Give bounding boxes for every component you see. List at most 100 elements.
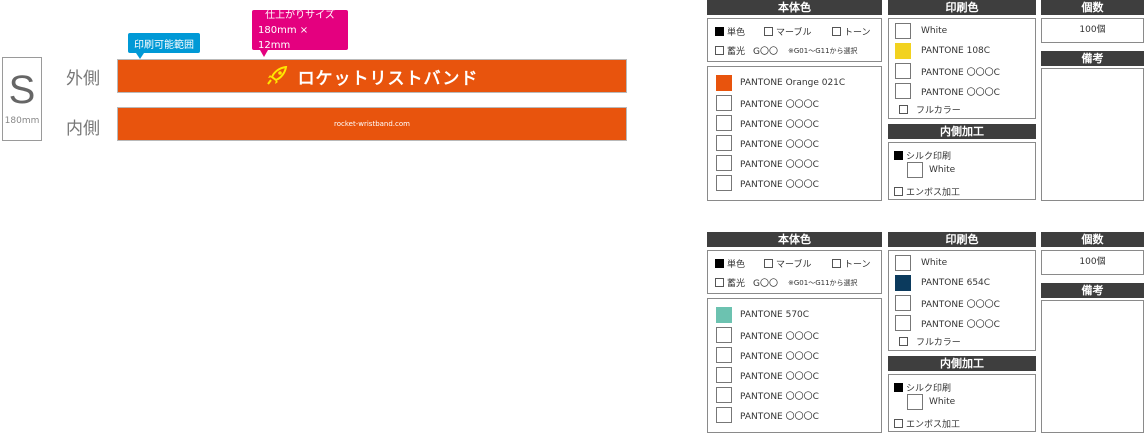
notes-field[interactable] (1041, 300, 1144, 433)
print-color-swatch[interactable] (895, 295, 911, 311)
body-color-label: PANTONE 〇〇〇C (740, 411, 819, 422)
body-color-swatch[interactable] (716, 307, 732, 323)
option-single[interactable]: 単色 (715, 25, 745, 38)
body-color-row[interactable]: PANTONE 〇〇〇C (716, 367, 819, 383)
glow-code: G〇〇 (753, 47, 778, 57)
emboss-option[interactable]: エンボス加工 (894, 185, 960, 198)
tone-label: トーン (844, 260, 871, 270)
full-color-option[interactable]: フルカラー (899, 103, 961, 116)
quantity-field[interactable]: 100個 (1041, 250, 1144, 275)
body-color-swatch[interactable] (716, 135, 732, 151)
silk-white-swatch[interactable] (907, 162, 923, 178)
emboss-checkbox[interactable] (894, 187, 903, 196)
option-marble[interactable]: マーブル (764, 25, 811, 38)
print-color-swatch[interactable] (895, 255, 911, 271)
body-color-row[interactable]: PANTONE Orange 021C (716, 75, 845, 91)
body-color-type-box: 単色 マーブル トーン 蓄光 G〇〇 ※G01〜G11から選択 (707, 18, 882, 62)
body-color-list: PANTONE Orange 021C PANTONE 〇〇〇C PANTONE 〇… (707, 66, 882, 201)
option-tone[interactable]: トーン (832, 257, 871, 270)
print-color-row[interactable]: PANTONE 〇〇〇C (895, 83, 1000, 99)
print-color-swatch[interactable] (895, 275, 911, 291)
print-color-row[interactable]: PANTONE 108C (895, 43, 990, 59)
body-color-row[interactable]: PANTONE 〇〇〇C (716, 155, 819, 171)
full-color-option[interactable]: フルカラー (899, 335, 961, 348)
notes-field[interactable] (1041, 68, 1144, 201)
silk-white-label: White (929, 397, 956, 407)
body-color-swatch[interactable] (716, 327, 732, 343)
option-marble[interactable]: マーブル (764, 257, 811, 270)
tone-checkbox[interactable] (832, 27, 841, 36)
print-color-label: PANTONE 〇〇〇C (921, 87, 1000, 98)
body-color-row[interactable]: PANTONE 〇〇〇C (716, 347, 819, 363)
silk-print-label: シルク印刷 (906, 384, 952, 394)
print-color-label: PANTONE 〇〇〇C (921, 319, 1000, 330)
notes-header: 備考 (1041, 283, 1144, 298)
silk-white-option[interactable]: White (907, 394, 955, 410)
print-color-row[interactable]: PANTONE 〇〇〇C (895, 315, 1000, 331)
body-color-row[interactable]: PANTONE 〇〇〇C (716, 387, 819, 403)
option-glow[interactable]: 蓄光 G〇〇 ※G01〜G11から選択 (715, 276, 858, 289)
body-color-label: PANTONE 〇〇〇C (740, 331, 819, 342)
print-color-row[interactable]: White (895, 23, 947, 39)
quantity-header: 個数 (1041, 0, 1144, 15)
body-color-swatch[interactable] (716, 75, 732, 91)
body-color-list: PANTONE 570C PANTONE 〇〇〇C PANTONE 〇〇〇C PANT… (707, 298, 882, 433)
print-color-swatch[interactable] (895, 63, 911, 79)
full-color-checkbox[interactable] (899, 105, 908, 114)
body-color-swatch[interactable] (716, 175, 732, 191)
print-color-row[interactable]: White (895, 255, 947, 271)
silk-print-option[interactable]: シルク印刷 (894, 381, 951, 394)
body-color-swatch[interactable] (716, 387, 732, 403)
body-color-label: PANTONE 〇〇〇C (740, 139, 819, 150)
body-color-label: PANTONE Orange 021C (740, 78, 846, 88)
body-color-row[interactable]: PANTONE 570C (716, 307, 809, 323)
body-color-row[interactable]: PANTONE 〇〇〇C (716, 95, 819, 111)
option-tone[interactable]: トーン (832, 25, 871, 38)
option-single[interactable]: 単色 (715, 257, 745, 270)
emboss-option[interactable]: エンボス加工 (894, 417, 960, 430)
single-label: 単色 (727, 260, 746, 270)
print-color-row[interactable]: PANTONE 654C (895, 275, 990, 291)
print-color-row[interactable]: PANTONE 〇〇〇C (895, 63, 1000, 79)
print-color-header: 印刷色 (888, 232, 1036, 247)
body-color-swatch[interactable] (716, 407, 732, 423)
silk-white-option[interactable]: White (907, 162, 955, 178)
print-color-swatch[interactable] (895, 43, 911, 59)
body-color-row[interactable]: PANTONE 〇〇〇C (716, 135, 819, 151)
order-panel-1: 本体色 単色 マーブル トーン 蓄光 G〇〇 ※G01〜G11から選択 PANT… (0, 0, 1146, 215)
body-color-swatch[interactable] (716, 155, 732, 171)
tone-checkbox[interactable] (832, 259, 841, 268)
single-checkbox[interactable] (715, 27, 724, 36)
body-color-row[interactable]: PANTONE 〇〇〇C (716, 327, 819, 343)
print-color-swatch[interactable] (895, 315, 911, 331)
body-color-swatch[interactable] (716, 347, 732, 363)
silk-print-option[interactable]: シルク印刷 (894, 149, 951, 162)
marble-label: マーブル (776, 28, 812, 38)
emboss-checkbox[interactable] (894, 419, 903, 428)
silk-white-label: White (929, 165, 956, 175)
marble-checkbox[interactable] (764, 259, 773, 268)
body-color-swatch[interactable] (716, 367, 732, 383)
print-color-label: PANTONE 〇〇〇C (921, 299, 1000, 310)
option-glow[interactable]: 蓄光 G〇〇 ※G01〜G11から選択 (715, 44, 858, 57)
body-color-row[interactable]: PANTONE 〇〇〇C (716, 175, 819, 191)
marble-label: マーブル (776, 260, 812, 270)
body-color-swatch[interactable] (716, 95, 732, 111)
marble-checkbox[interactable] (764, 27, 773, 36)
quantity-field[interactable]: 100個 (1041, 18, 1144, 43)
silk-print-checkbox[interactable] (894, 383, 903, 392)
body-color-swatch[interactable] (716, 115, 732, 131)
inner-process-header: 内側加工 (888, 356, 1036, 371)
print-color-swatch[interactable] (895, 23, 911, 39)
glow-checkbox[interactable] (715, 278, 724, 287)
single-checkbox[interactable] (715, 259, 724, 268)
body-color-row[interactable]: PANTONE 〇〇〇C (716, 115, 819, 131)
body-color-row[interactable]: PANTONE 〇〇〇C (716, 407, 819, 423)
glow-checkbox[interactable] (715, 46, 724, 55)
silk-white-swatch[interactable] (907, 394, 923, 410)
silk-print-checkbox[interactable] (894, 151, 903, 160)
print-color-row[interactable]: PANTONE 〇〇〇C (895, 295, 1000, 311)
print-color-swatch[interactable] (895, 83, 911, 99)
emboss-label: エンボス加工 (906, 188, 961, 198)
full-color-checkbox[interactable] (899, 337, 908, 346)
